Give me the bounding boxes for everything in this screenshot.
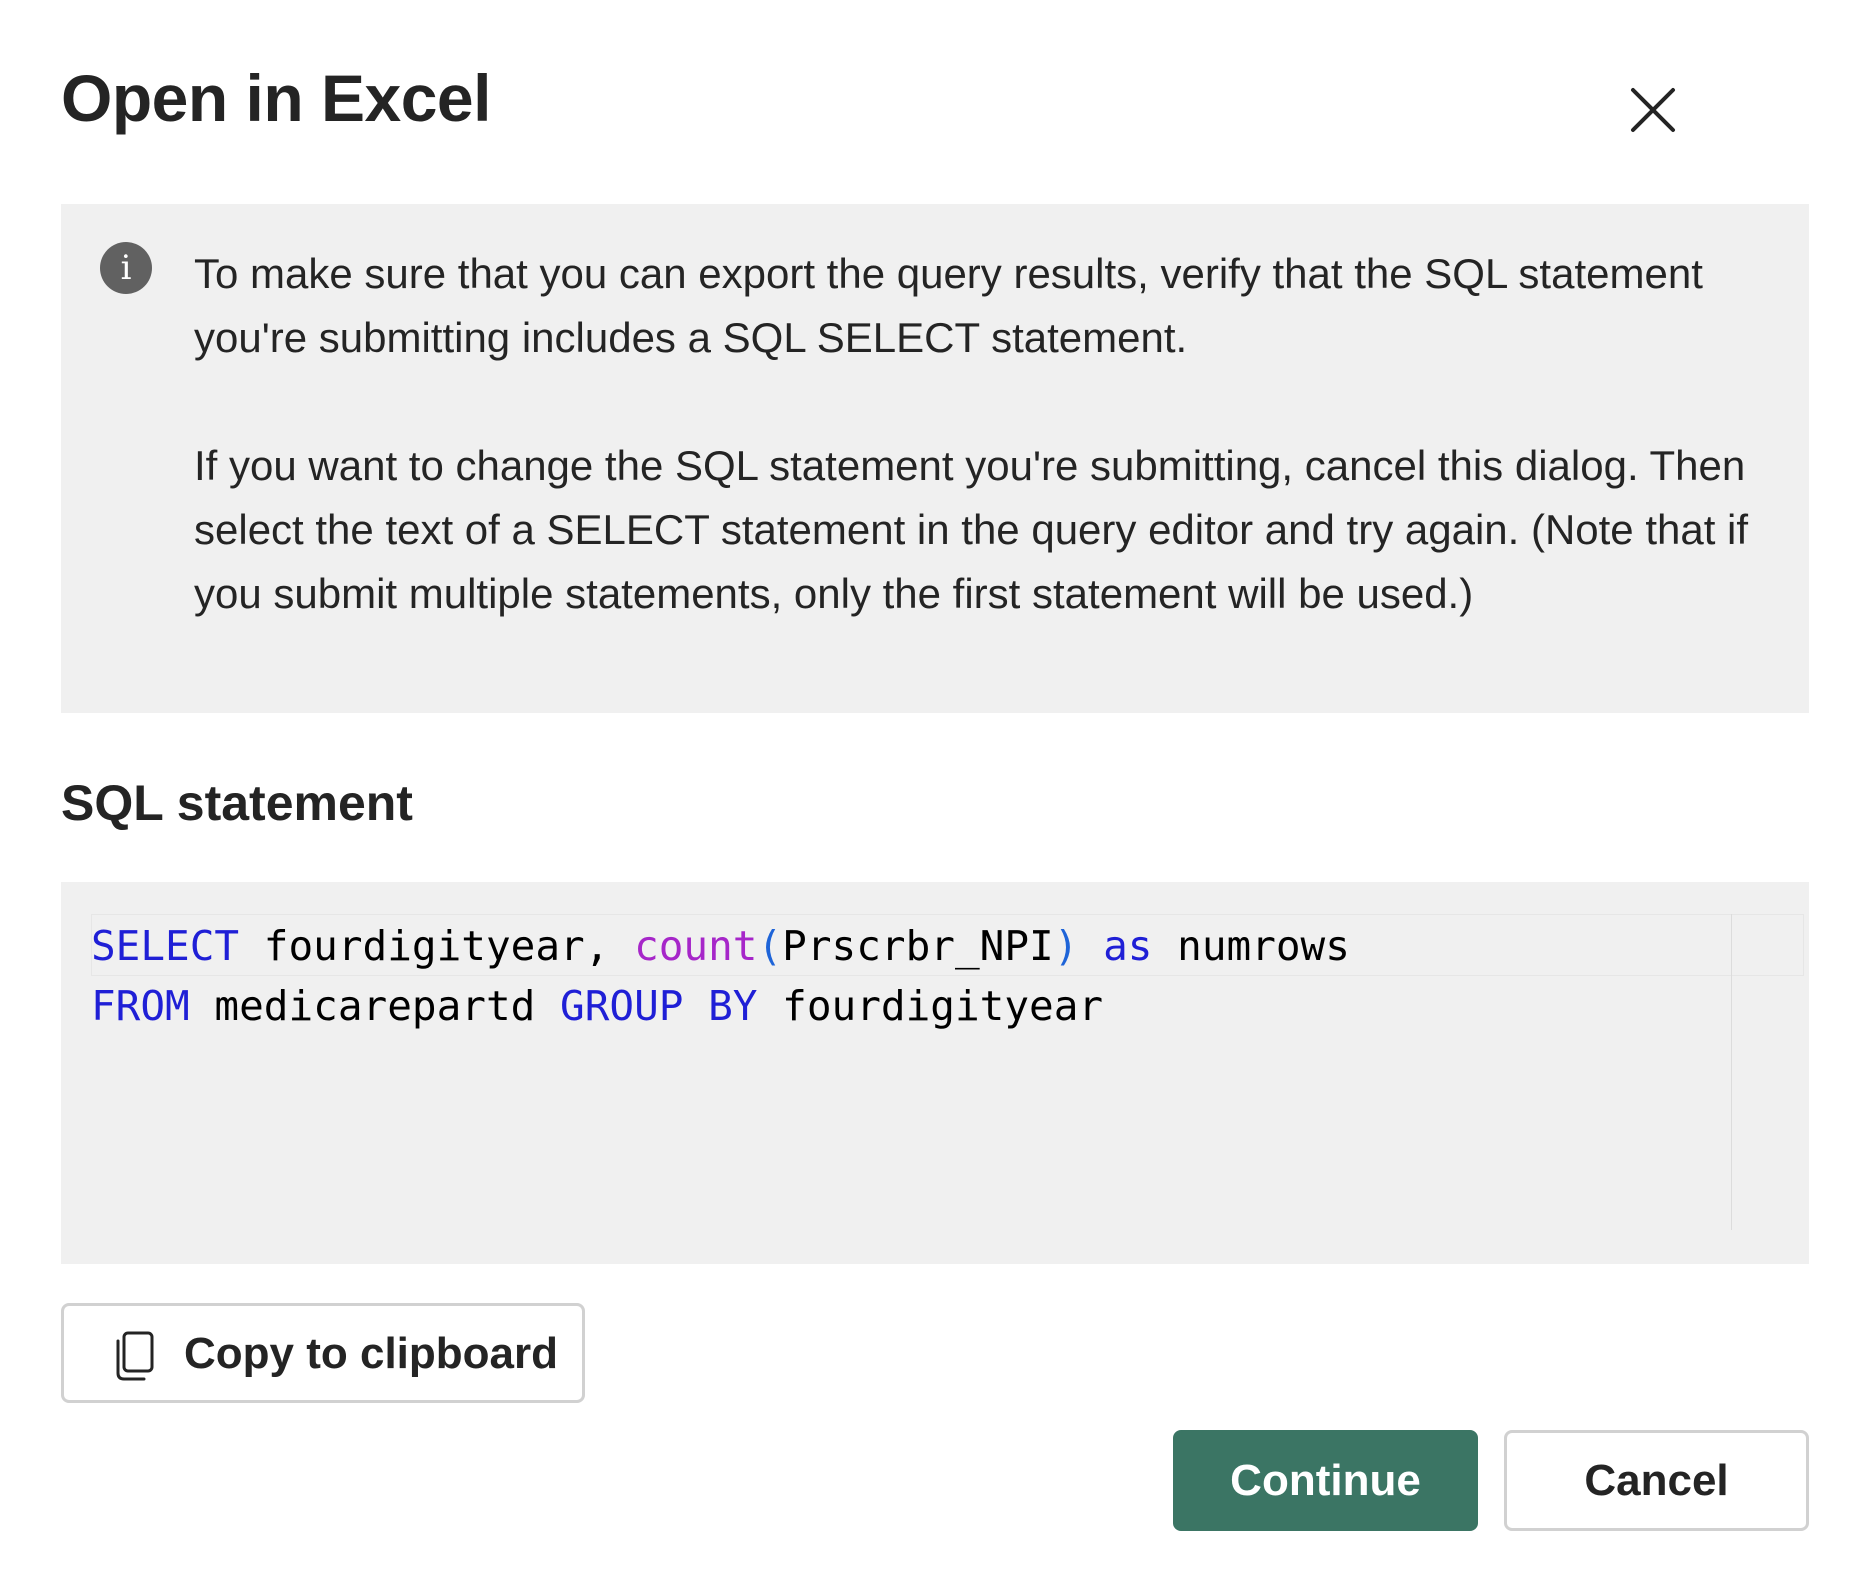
code-token-plain: fourdigityear: [757, 982, 1104, 1030]
info-icon: i: [100, 242, 152, 294]
dialog-title: Open in Excel: [61, 61, 491, 135]
editor-scrollbar-track[interactable]: [1731, 914, 1732, 1230]
copy-to-clipboard-label: Copy to clipboard: [184, 1329, 558, 1378]
code-token-kw: GROUP BY: [560, 982, 758, 1030]
code-token-kw: SELECT: [91, 922, 240, 970]
close-button[interactable]: [1618, 75, 1688, 145]
cancel-button[interactable]: Cancel: [1504, 1430, 1809, 1531]
sql-code-editor[interactable]: SELECT fourdigityear, count(Prscrbr_NPI)…: [61, 882, 1809, 1264]
code-line: SELECT fourdigityear, count(Prscrbr_NPI)…: [91, 916, 1350, 976]
copy-icon: [116, 1331, 154, 1381]
code-line: FROM medicarepartd GROUP BY fourdigityea…: [91, 976, 1350, 1036]
code-token-plain: Prscrbr_NPI: [782, 922, 1054, 970]
code-token-kw: as: [1103, 922, 1153, 970]
code-token-plain: medicarepartd: [189, 982, 561, 1030]
continue-button[interactable]: Continue: [1173, 1430, 1478, 1531]
info-message-text: To make sure that you can export the que…: [194, 242, 1784, 626]
sql-code: SELECT fourdigityear, count(Prscrbr_NPI)…: [91, 916, 1350, 1036]
code-token-plain: numrows: [1152, 922, 1350, 970]
code-token-kw: FROM: [91, 982, 190, 1030]
open-in-excel-dialog: Open in Excel i To make sure that you ca…: [0, 0, 1854, 1572]
info-message-bar: i To make sure that you can export the q…: [61, 204, 1809, 713]
sql-statement-heading: SQL statement: [61, 775, 413, 831]
close-icon: [1631, 88, 1675, 132]
code-token-fn: count: [634, 922, 758, 970]
code-token-paren: (: [757, 922, 783, 970]
info-paragraph-2: If you want to change the SQL statement …: [194, 442, 1749, 617]
info-paragraph-1: To make sure that you can export the que…: [194, 250, 1703, 361]
code-token-plain: fourdigityear,: [239, 922, 635, 970]
code-token-paren: ): [1053, 922, 1079, 970]
copy-to-clipboard-button[interactable]: Copy to clipboard: [61, 1303, 585, 1403]
